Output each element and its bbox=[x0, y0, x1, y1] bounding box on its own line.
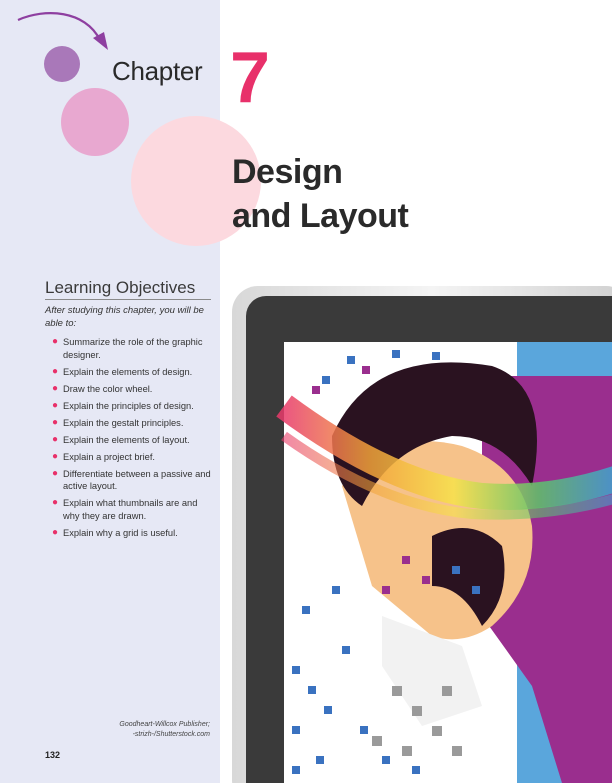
curved-arrow-icon bbox=[17, 12, 108, 50]
bullet-icon: ● bbox=[52, 467, 59, 479]
list-item: ● Summarize the role of the graphic desig… bbox=[52, 336, 203, 360]
chapter-title-line2: and Layout bbox=[232, 197, 409, 235]
list-item: ● Explain the elements of layout. bbox=[52, 433, 190, 445]
objectives-intro: After studying this chapter, you will be… bbox=[45, 305, 204, 329]
chapter-number: 7 bbox=[230, 38, 271, 118]
bullet-icon: ● bbox=[52, 399, 59, 411]
chapter-label: Chapter bbox=[112, 56, 203, 86]
list-item: ● Explain the gestalt principles. bbox=[52, 416, 184, 428]
list-item: ● Explain why a grid is useful. bbox=[52, 526, 178, 538]
photo-credit: Goodheart-Willcox Publisher; -strizh-/Sh… bbox=[119, 721, 210, 738]
list-item: ● Explain a project brief. bbox=[52, 450, 155, 462]
bullet-icon: ● bbox=[52, 416, 59, 428]
bullet-icon: ● bbox=[52, 526, 59, 538]
decor-circle-pink bbox=[61, 88, 129, 156]
bullet-icon: ● bbox=[52, 336, 59, 347]
tablet-illustration bbox=[232, 286, 612, 783]
list-item: ● Differentiate between a passive and act… bbox=[52, 467, 211, 492]
page-number: 132 bbox=[45, 750, 61, 760]
list-item: ● Explain the principles of design. bbox=[52, 399, 194, 411]
chapter-title: Design and Layout bbox=[232, 150, 409, 238]
list-item: ● Explain the elements of design. bbox=[52, 365, 193, 377]
bullet-icon: ● bbox=[52, 365, 59, 377]
list-item: ● Draw the color wheel. bbox=[52, 382, 153, 394]
objectives-heading: Learning Objectives bbox=[45, 278, 211, 300]
bullet-icon: ● bbox=[52, 433, 59, 445]
list-item: ● Explain what thumbnails are and why the… bbox=[52, 497, 198, 521]
bullet-icon: ● bbox=[52, 382, 59, 394]
chapter-title-line1: Design bbox=[232, 153, 343, 191]
objectives-list: ● Summarize the role of the graphic desig… bbox=[45, 336, 215, 544]
bullet-icon: ● bbox=[52, 497, 59, 508]
bullet-icon: ● bbox=[52, 450, 59, 462]
